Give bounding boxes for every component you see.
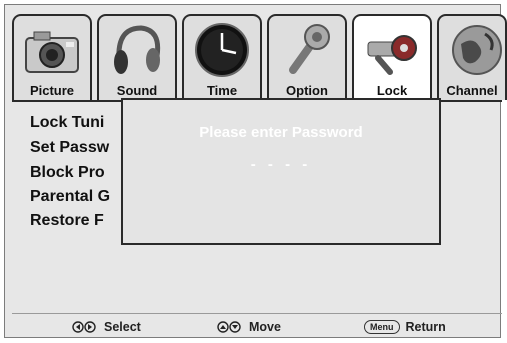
camera-icon [25, 31, 79, 73]
tab-label: Option [286, 83, 328, 98]
hint-select: Select [72, 320, 141, 334]
menu-tab-bar: Picture Sound Time Option Lock Channel [12, 14, 507, 100]
keys-icon [367, 35, 417, 75]
hint-select-label: Select [104, 320, 141, 334]
hint-move-label: Move [249, 320, 281, 334]
tab-label: Picture [29, 83, 75, 98]
password-dialog: Please enter Password - - - - [121, 98, 441, 245]
hint-return-label: Return [405, 320, 446, 334]
tab-option[interactable]: Option [267, 14, 347, 100]
tab-picture[interactable]: Picture [12, 14, 92, 100]
menu-key-badge: Menu [364, 320, 400, 334]
menu-item-parental-guidance[interactable]: Parental G [30, 188, 110, 206]
dialog-title: Please enter Password [199, 124, 363, 141]
hint-return: Menu Return [364, 320, 446, 334]
tab-channel[interactable]: Channel [437, 14, 507, 100]
hint-move: Move [217, 320, 281, 334]
left-right-arrows-icon [72, 321, 96, 333]
menu-item-set-password[interactable]: Set Passw [30, 139, 109, 157]
up-down-arrows-icon [217, 321, 241, 333]
globe-icon [452, 25, 502, 75]
tab-time[interactable]: Time [182, 14, 262, 100]
menu-item-lock-tuning[interactable]: Lock Tuni [30, 114, 104, 132]
menu-item-block-program[interactable]: Block Pro [30, 164, 105, 182]
tab-label: Time [206, 83, 238, 98]
menu-item-restore-factory[interactable]: Restore F [30, 212, 104, 230]
tab-sound[interactable]: Sound [97, 14, 177, 100]
password-input[interactable]: - - - - [123, 156, 439, 173]
tab-lock[interactable]: Lock [352, 14, 432, 100]
tab-label: Lock [376, 83, 408, 98]
tab-label: Channel [446, 83, 498, 98]
footer-hints: Select Move Menu Return [12, 313, 502, 339]
wrench-icon [289, 24, 330, 74]
headphones-icon [114, 25, 161, 74]
clock-icon [195, 23, 249, 77]
tab-label: Sound [116, 83, 158, 98]
